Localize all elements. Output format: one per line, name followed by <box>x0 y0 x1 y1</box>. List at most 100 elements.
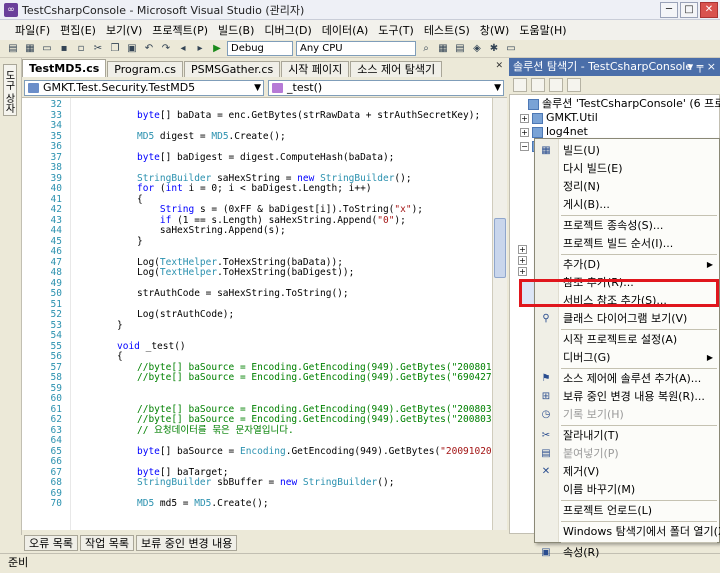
menu-item[interactable]: 빌드(B) <box>213 22 259 38</box>
configuration-select[interactable]: Debug <box>227 41 293 56</box>
document-tab[interactable]: PSMSGather.cs <box>183 61 281 77</box>
menu-item[interactable]: 도구(T) <box>373 22 419 38</box>
context-menu-item[interactable]: ✕ 제거(V) <box>535 463 719 481</box>
context-menu-item[interactable]: ▤ 붙여넣기(P) <box>535 445 719 463</box>
code-editor[interactable]: 32 33 byte[] baData = enc.GetBytes(strRawD… <box>22 98 507 530</box>
expand-icon[interactable]: + <box>518 264 530 278</box>
menu-item[interactable]: 파일(F) <box>10 22 55 38</box>
tree-node[interactable]: + log4net <box>520 125 588 139</box>
chevron-down-icon: ▼ <box>254 83 261 93</box>
context-menu-item[interactable]: 추가(D) ▶ <box>535 256 719 274</box>
red-highlight-annotation <box>519 279 719 307</box>
context-menu-item[interactable]: ⊞ 보류 중인 변경 내용 복원(R)... <box>535 388 719 406</box>
code-line: 55 void _test() <box>22 341 492 353</box>
save-all-icon[interactable]: ▫ <box>74 42 88 56</box>
cut-icon[interactable]: ✂ <box>91 42 105 56</box>
toolbox-icon[interactable]: ✱ <box>487 42 501 56</box>
menu-item[interactable]: 데이터(A) <box>317 22 373 38</box>
bottom-panel-tabs: 오류 목록 작업 목록 보류 중인 변경 내용 <box>22 535 520 553</box>
platform-select[interactable]: Any CPU <box>296 41 416 56</box>
window-title: TestCsharpConsole - Microsoft Visual Stu… <box>22 3 305 17</box>
solution-explorer-icon[interactable]: ▦ <box>436 42 450 56</box>
redo-icon[interactable]: ↷ <box>159 42 173 56</box>
refresh-icon[interactable] <box>549 78 563 92</box>
document-tab[interactable]: 소스 제어 탐색기 <box>350 61 443 77</box>
menu-item[interactable]: 프로젝트(P) <box>147 22 213 38</box>
line-number: 62 <box>50 414 62 425</box>
maximize-button[interactable]: □ <box>680 2 698 18</box>
context-menu-item[interactable]: ✂ 잘라내기(T) <box>535 427 719 445</box>
find-icon[interactable]: ⌕ <box>419 42 433 56</box>
menu-item[interactable]: 창(W) <box>475 22 515 38</box>
code-text: //byte[] baSource = Encoding.GetEncoding… <box>137 372 507 383</box>
menu-item[interactable]: 디버그(D) <box>259 22 316 38</box>
menu-item[interactable]: 보기(V) <box>101 22 147 38</box>
expand-icon[interactable]: + <box>520 127 529 137</box>
properties-icon[interactable]: ▤ <box>453 42 467 56</box>
bottom-tab[interactable]: 작업 목록 <box>79 535 134 551</box>
context-menu-item[interactable]: 프로젝트 빌드 순서(I)... <box>535 235 719 253</box>
tree-node[interactable]: + GMKT.Util <box>520 111 598 125</box>
expand-icon[interactable]: + <box>520 113 529 123</box>
show-all-files-icon[interactable] <box>531 78 545 92</box>
context-menu-item[interactable]: ▣ 속성(R) <box>535 544 719 562</box>
context-menu-item[interactable]: 정리(N) <box>535 178 719 196</box>
context-menu-item[interactable]: ⚑ 소스 제어에 솔루션 추가(A)... <box>535 370 719 388</box>
menu-item[interactable]: 도움말(H) <box>514 22 571 38</box>
view-class-diagram-icon[interactable] <box>567 78 581 92</box>
context-menu-item[interactable]: ▦ 빌드(U) <box>535 142 719 160</box>
context-menu-item[interactable]: 프로젝트 종속성(S)... <box>535 217 719 235</box>
context-menu-item[interactable]: 시작 프로젝트로 설정(A) <box>535 331 719 349</box>
editor-vertical-scrollbar[interactable] <box>492 98 507 530</box>
context-menu-item[interactable]: Windows 탐색기에서 폴더 열기(X) <box>535 523 720 541</box>
scrollbar-thumb[interactable] <box>494 218 506 278</box>
open-file-icon[interactable]: ▭ <box>40 42 54 56</box>
type-dropdown[interactable]: GMKT.Test.Security.TestMD5 ▼ <box>24 80 264 96</box>
document-tabs: TestMD5.cs Program.cs PSMSGather.cs 시작 페이지 소… <box>22 59 507 77</box>
solution-explorer-toolbar <box>509 76 720 94</box>
minimize-button[interactable]: ─ <box>660 2 678 18</box>
document-tab[interactable]: 시작 페이지 <box>281 61 350 77</box>
context-menu-item[interactable]: 이름 바꾸기(M) <box>535 481 719 499</box>
tree-node[interactable]: 솔루션 'TestCsharpConsole' (6 프로젝트) <box>516 97 720 111</box>
pane-controls[interactable]: ▾ ╤ × <box>688 58 716 75</box>
context-menu-item-label: 시작 프로젝트로 설정(A) <box>563 333 678 346</box>
code-line: 50 strAuthCode = saHexString.ToString(); <box>22 288 492 300</box>
save-icon[interactable]: ▪ <box>57 42 71 56</box>
context-menu-item[interactable]: 게시(B)... <box>535 196 719 214</box>
start-page-icon[interactable]: ▭ <box>504 42 518 56</box>
context-menu-item-label: 게시(B)... <box>563 198 610 211</box>
properties-icon[interactable] <box>513 78 527 92</box>
navigate-forward-icon[interactable]: ▸ <box>193 42 207 56</box>
close-document-icon[interactable]: ✕ <box>495 61 503 71</box>
member-dropdown[interactable]: _test() ▼ <box>268 80 504 96</box>
line-number: 34 <box>50 120 62 131</box>
document-tab[interactable]: TestMD5.cs <box>22 59 107 77</box>
line-number: 60 <box>50 393 62 404</box>
object-browser-icon[interactable]: ◈ <box>470 42 484 56</box>
menu-item[interactable]: 편집(E) <box>55 22 101 38</box>
new-project-icon[interactable]: ▤ <box>6 42 20 56</box>
add-item-icon[interactable]: ▦ <box>23 42 37 56</box>
collapse-icon[interactable]: − <box>520 141 529 151</box>
context-menu-item-label: 제거(V) <box>563 465 600 478</box>
paste-icon[interactable]: ▣ <box>125 42 139 56</box>
bottom-tab[interactable]: 오류 목록 <box>24 535 78 551</box>
context-menu-item[interactable]: 다시 빌드(E) <box>535 160 719 178</box>
context-menu-item[interactable]: ◷ 기록 보기(H) <box>535 406 719 424</box>
context-menu-item[interactable]: 디버그(G) ▶ <box>535 349 719 367</box>
undo-icon[interactable]: ↶ <box>142 42 156 56</box>
navigation-bar: GMKT.Test.Security.TestMD5 ▼ _test() ▼ <box>22 78 507 98</box>
start-debug-icon[interactable]: ▶ <box>210 42 224 56</box>
close-button[interactable]: ✕ <box>700 2 718 18</box>
code-line: 44 saHexString.Append(s); <box>22 225 492 237</box>
context-menu-item[interactable]: ⚲ 클래스 다이어그램 보기(V) <box>535 310 719 328</box>
code-line: 52 Log(strAuthCode); <box>22 309 492 321</box>
bottom-tab[interactable]: 보류 중인 변경 내용 <box>135 535 238 551</box>
toolbox-tab[interactable]: 도구 상자 <box>3 64 17 116</box>
menu-item[interactable]: 테스트(S) <box>419 22 475 38</box>
context-menu-item[interactable]: 프로젝트 언로드(L) <box>535 502 719 520</box>
copy-icon[interactable]: ❐ <box>108 42 122 56</box>
document-tab[interactable]: Program.cs <box>107 61 183 77</box>
navigate-back-icon[interactable]: ◂ <box>176 42 190 56</box>
